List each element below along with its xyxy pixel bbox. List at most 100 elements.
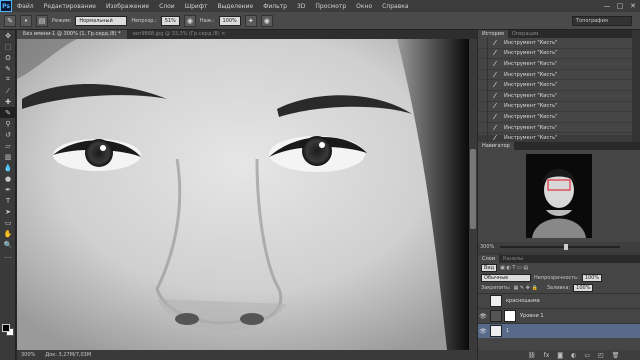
type-tool-icon[interactable]: T [0, 195, 16, 206]
layer-row[interactable]: 👁 Уровни 1 [478, 308, 640, 323]
canvas-vertical-scrollbar[interactable] [469, 39, 477, 350]
close-button[interactable]: ✕ [628, 1, 638, 10]
menu-item[interactable]: Окно [351, 3, 377, 10]
doc-tab-second[interactable]: sen9868.jpg @ 33,3% (Гр.серд./8) × [127, 30, 232, 39]
foreground-color-swatch[interactable] [2, 324, 10, 332]
menu-item[interactable]: Редактирование [39, 3, 101, 10]
eye-icon[interactable]: 👁 [478, 313, 488, 320]
lock-icons[interactable]: ▦ ✎ ✥ 🔒 [514, 285, 538, 291]
shape-tool-icon[interactable]: ▭ [0, 217, 16, 228]
history-row[interactable]: ⁄ Инструмент "Кисть" [478, 80, 632, 91]
history-row[interactable]: ⁄ Инструмент "Кисть" [478, 69, 632, 81]
history-row[interactable]: ⁄ Инструмент "Кисть" [478, 37, 632, 49]
history-source-box[interactable] [478, 58, 488, 69]
navigator-zoom-slider[interactable] [500, 244, 621, 250]
marquee-tool-icon[interactable]: ⬚ [0, 41, 16, 52]
doc-tab-active[interactable]: Без имени-1 @ 300% (1, Гр.серд./8) * [17, 30, 127, 39]
history-source-box[interactable] [478, 122, 488, 133]
brush-tool-icon[interactable]: ✎ [0, 107, 16, 118]
adjustment-layer-icon[interactable]: ◐ [571, 352, 576, 359]
brush-tool-icon[interactable]: ✎ [4, 14, 16, 27]
history-source-box[interactable] [478, 101, 488, 112]
history-row[interactable]: ⁄ Инструмент "Кисть" [478, 111, 632, 123]
layer-kind-filter[interactable]: Вид [481, 264, 498, 272]
quick-select-tool-icon[interactable]: ✎ [0, 63, 16, 74]
healing-tool-icon[interactable]: ✚ [0, 96, 16, 107]
tab-layers[interactable]: Слои [478, 255, 499, 263]
crop-tool-icon[interactable]: ⌗ [0, 74, 16, 85]
history-source-box[interactable] [478, 48, 488, 59]
history-source-box[interactable] [478, 37, 488, 48]
lasso-tool-icon[interactable]: ʘ [0, 52, 16, 63]
tab-channels[interactable]: Каналы [499, 255, 527, 263]
fill-input[interactable]: 100% [573, 284, 594, 292]
history-source-box[interactable] [478, 90, 488, 101]
scrollbar-thumb[interactable] [470, 149, 476, 229]
navigator-zoom-value[interactable]: 300% [480, 244, 494, 250]
pressure-opacity-icon[interactable]: ◉ [183, 14, 196, 27]
filter-icons[interactable]: ▣ ◐ T ▭ ▤ [500, 265, 528, 271]
menu-item[interactable]: Изображение [101, 3, 154, 10]
layer-style-icon[interactable]: fx [544, 352, 550, 359]
menu-item[interactable]: Файл [12, 3, 39, 10]
menu-item[interactable]: Выделение [212, 3, 258, 10]
new-group-icon[interactable]: ▭ [584, 352, 590, 359]
minimize-button[interactable]: — [602, 1, 612, 10]
blur-tool-icon[interactable]: 💧 [0, 162, 16, 173]
trash-icon[interactable]: 🗑 [612, 352, 620, 359]
move-tool-icon[interactable]: ✥ [0, 30, 16, 41]
path-select-tool-icon[interactable]: ➤ [0, 206, 16, 217]
hand-tool-icon[interactable]: ✋ [0, 228, 16, 239]
tab-history[interactable]: История [478, 30, 508, 38]
opacity-input[interactable]: 51% [160, 15, 180, 26]
menu-item[interactable]: 3D [292, 3, 310, 10]
tab-actions[interactable]: Операции [508, 30, 542, 38]
history-source-box[interactable] [478, 111, 488, 122]
history-row[interactable]: ⁄ Инструмент "Кисть" [478, 101, 632, 113]
tab-navigator[interactable]: Навигатор [478, 142, 514, 150]
canvas[interactable] [17, 39, 469, 350]
brush-panel-toggle-icon[interactable]: ▤ [36, 14, 48, 27]
flow-label: Наж.: [199, 17, 215, 24]
pen-tool-icon[interactable]: ✒ [0, 184, 16, 195]
history-source-box[interactable] [478, 80, 488, 91]
eyedropper-tool-icon[interactable]: ⁄ [0, 85, 16, 96]
add-mask-icon[interactable]: ◙ [557, 352, 563, 359]
history-row[interactable]: ⁄ Инструмент "Кисть" [478, 90, 632, 102]
pressure-size-icon[interactable]: ◉ [260, 14, 273, 27]
history-source-box[interactable] [478, 69, 488, 80]
opacity-input[interactable]: 100% [581, 274, 603, 282]
zoom-tool-icon[interactable]: 🔍 [0, 239, 16, 250]
history-row[interactable]: ⁄ Инструмент "Кисть" [478, 48, 632, 60]
dodge-tool-icon[interactable]: ● [0, 173, 16, 184]
flow-input[interactable]: 100% [218, 15, 241, 26]
menu-item[interactable]: Шрифт [180, 3, 213, 10]
menu-item[interactable]: Фильтр [258, 3, 292, 10]
maximize-button[interactable]: □ [615, 1, 625, 10]
more-tools-icon[interactable]: … [0, 250, 16, 261]
history-row[interactable]: ⁄ Инструмент "Кисть" [478, 58, 632, 70]
document-tabs: Без имени-1 @ 300% (1, Гр.серд./8) * sen… [17, 30, 477, 39]
airbrush-icon[interactable]: ✦ [244, 14, 257, 27]
blend-mode-select[interactable]: Обычные [481, 274, 531, 282]
navigator-slider-thumb[interactable] [564, 244, 569, 250]
gradient-tool-icon[interactable]: ▥ [0, 151, 16, 162]
history-brush-tool-icon[interactable]: ↺ [0, 129, 16, 140]
navigator-thumbnail[interactable] [526, 154, 592, 238]
brush-preset-picker[interactable]: • [20, 14, 32, 27]
new-layer-icon[interactable]: ◰ [598, 352, 604, 359]
eraser-tool-icon[interactable]: ▱ [0, 140, 16, 151]
layer-row[interactable]: красношыма [478, 293, 640, 308]
workspace-select[interactable]: Топография [572, 16, 632, 26]
layer-row[interactable]: 👁 1 [478, 323, 640, 338]
link-layers-icon[interactable]: ⛓ [528, 352, 536, 359]
menu-item[interactable]: Справка [377, 3, 413, 10]
clone-stamp-tool-icon[interactable]: ⚲ [0, 118, 16, 129]
mode-select[interactable]: Нормальный [75, 15, 128, 26]
eye-icon[interactable]: 👁 [478, 328, 488, 335]
menu-item[interactable]: Просмотр [310, 3, 351, 10]
menu-item[interactable]: Слои [154, 3, 180, 10]
layer-thumbnail [490, 295, 502, 307]
status-zoom[interactable]: 300% [21, 352, 35, 358]
history-row[interactable]: ⁄ Инструмент "Кисть" [478, 122, 632, 134]
